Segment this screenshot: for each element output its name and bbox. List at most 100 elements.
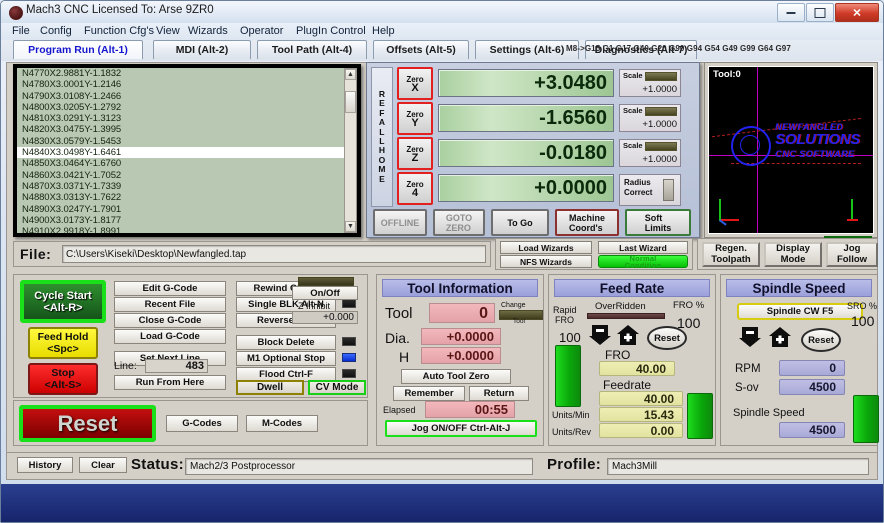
gcode-line[interactable]: N4770X2.9881Y-1.1832 [17,68,355,79]
gcode-line[interactable]: N4890X3.0247Y-1.7901 [17,204,355,215]
display-mode-button[interactable]: Display Mode [764,242,822,267]
rapid-fro-slider[interactable] [555,345,581,407]
menu-item-function-cfgs[interactable]: Function Cfg's [81,25,157,37]
fro-decrease-icon[interactable] [589,325,611,345]
h-value[interactable]: +0.0000 [421,347,501,364]
load-gcode-button[interactable]: Load G-Code [114,329,226,344]
zero-x-button[interactable]: Zero X [397,67,433,100]
sro-decrease-icon[interactable] [739,327,761,347]
spindle-speed-value[interactable]: 4500 [779,422,845,438]
gcode-list[interactable]: N4770X2.9881Y-1.1832N4780X3.0001Y-1.2146… [17,68,355,233]
ref-all-home-button[interactable]: R EF AL LH OM E [371,67,393,207]
gcode-line[interactable]: N4810X3.0291Y-1.3123 [17,113,355,124]
return-button[interactable]: Return [469,386,529,401]
feed-hold-button[interactable]: Feed Hold <Spc> [28,327,98,359]
soft-limits-button[interactable]: SoftLimits [625,209,691,236]
sov-value[interactable]: 4500 [779,379,845,395]
run-from-here-button[interactable]: Run From Here [114,375,226,390]
maximize-icon[interactable] [806,3,834,22]
mcodes-button[interactable]: M-Codes [246,415,318,432]
tab-offsets[interactable]: Offsets (Alt-5) [373,40,469,59]
machine-coords-button[interactable]: MachineCoord's [555,209,619,236]
gcode-line[interactable]: N4800X3.0205Y-1.2792 [17,102,355,113]
to-go-button[interactable]: To Go [491,209,549,236]
menu-item-file[interactable]: File [9,25,33,37]
gcode-line[interactable]: N4900X3.0173Y-1.8177 [17,215,355,226]
cycle-start-button[interactable]: Cycle Start <Alt-R> [20,280,106,323]
zero-4-button[interactable]: Zero 4 [397,172,433,205]
recent-file-button[interactable]: Recent File [114,297,226,312]
reset-button[interactable]: Reset [19,405,156,442]
offline-button[interactable]: OFFLINE [373,209,427,236]
cv-mode-button[interactable]: CV Mode [308,380,366,395]
menu-item-plugin-control[interactable]: PlugIn Control [293,25,369,37]
line-number-field[interactable]: 483 [145,359,208,373]
auto-tool-zero-button[interactable]: Auto Tool Zero [401,369,511,384]
scrollbar-thumb[interactable] [345,91,356,113]
goto-zero-button[interactable]: GOTOZERO [433,209,485,236]
gcode-scrollbar[interactable]: ▲ ▼ [344,68,357,233]
load-wizards-button[interactable]: Load Wizards [500,241,592,254]
dro-value-x[interactable]: +3.0480 [438,69,614,97]
z-inhibit-value[interactable]: +0.000 [292,311,358,324]
close-icon[interactable]: ✕ [835,3,879,22]
menu-item-wizards[interactable]: Wizards [185,25,231,37]
radius-correct-button[interactable]: RadiusCorrect [619,174,681,206]
clear-button[interactable]: Clear [79,457,127,473]
close-gcode-button[interactable]: Close G-Code [114,313,226,328]
fro-increase-icon[interactable] [617,325,639,345]
remember-button[interactable]: Remember [393,386,465,401]
regen-toolpath-button[interactable]: Regen. Toolpath [702,242,760,267]
gcodes-button[interactable]: G-Codes [166,415,238,432]
file-path-field[interactable]: C:\Users\Kiseki\Desktop\Newfangled.tap [62,245,486,263]
feedrate-value[interactable]: 40.00 [599,391,683,406]
gcode-line[interactable]: N4910X2.9918Y-1.8991 [17,226,355,233]
scale-y[interactable]: Scale +1.0000 [619,104,681,132]
gcode-line[interactable]: N4860X3.0421Y-1.7052 [17,170,355,181]
minimize-icon[interactable] [777,3,805,22]
sro-increase-icon[interactable] [769,327,791,347]
z-inhibit-onoff-button[interactable]: On/Off [292,286,358,300]
radius-correct-switch[interactable] [663,179,674,201]
fro-reset-button[interactable]: Reset [647,326,687,350]
tab-mdi[interactable]: MDI (Alt-2) [153,40,251,59]
gcode-line[interactable]: N4870X3.0371Y-1.7339 [17,181,355,192]
scale-z[interactable]: Scale +1.0000 [619,139,681,167]
toolpath-canvas[interactable]: Tool:0 NEWFANGLED SOLUTIONS CNC SOFTWARE [708,66,874,234]
dro-value-4[interactable]: +0.0000 [438,174,614,202]
scroll-up-icon[interactable]: ▲ [345,69,356,80]
menu-item-help[interactable]: Help [369,25,398,37]
gcode-line[interactable]: N4840X3.0498Y-1.6461 [17,147,355,158]
sro-reset-button[interactable]: Reset [801,328,841,352]
jog-follow-button[interactable]: Jog Follow [826,242,878,267]
dro-value-z[interactable]: -0.0180 [438,139,614,167]
scroll-down-icon[interactable]: ▼ [345,221,356,232]
spindle-cw-button[interactable]: Spindle CW F5 [737,303,863,320]
tool-value[interactable]: 0 [429,303,495,323]
dro-value-y[interactable]: -1.6560 [438,104,614,132]
scale-x[interactable]: Scale +1.0000 [619,69,681,97]
menu-item-config[interactable]: Config [37,25,75,37]
edit-gcode-button[interactable]: Edit G-Code [114,281,226,296]
zero-z-button[interactable]: Zero Z [397,137,433,170]
gcode-line[interactable]: N4780X3.0001Y-1.2146 [17,79,355,90]
feedrate-slider[interactable] [687,393,713,439]
tab-tool-path[interactable]: Tool Path (Alt-4) [257,40,367,59]
nfs-wizards-button[interactable]: NFS Wizards [500,255,592,268]
gcode-line[interactable]: N4830X3.0579Y-1.5453 [17,136,355,147]
zero-y-button[interactable]: Zero Y [397,102,433,135]
last-wizard-button[interactable]: Last Wizard [598,241,688,254]
history-button[interactable]: History [17,457,73,473]
gcode-line[interactable]: N4880X3.0313Y-1.7622 [17,192,355,203]
gcode-line[interactable]: N4790X3.0108Y-1.2466 [17,91,355,102]
jog-onoff-button[interactable]: Jog ON/OFF Ctrl-Alt-J [385,420,537,437]
m1-optional-stop-button[interactable]: M1 Optional Stop [236,351,336,366]
dwell-button[interactable]: Dwell [236,380,304,395]
fro-value[interactable]: 40.00 [599,361,675,376]
tab-program-run[interactable]: Program Run (Alt-1) [13,40,143,59]
tab-settings[interactable]: Settings (Alt-6) [475,40,579,59]
toolpath-display-panel[interactable]: Tool:0 NEWFANGLED SOLUTIONS CNC SOFTWARE [704,62,878,238]
dia-value[interactable]: +0.0000 [421,328,501,345]
menu-item-operator[interactable]: Operator [237,25,286,37]
spindle-speed-slider[interactable] [853,395,879,443]
